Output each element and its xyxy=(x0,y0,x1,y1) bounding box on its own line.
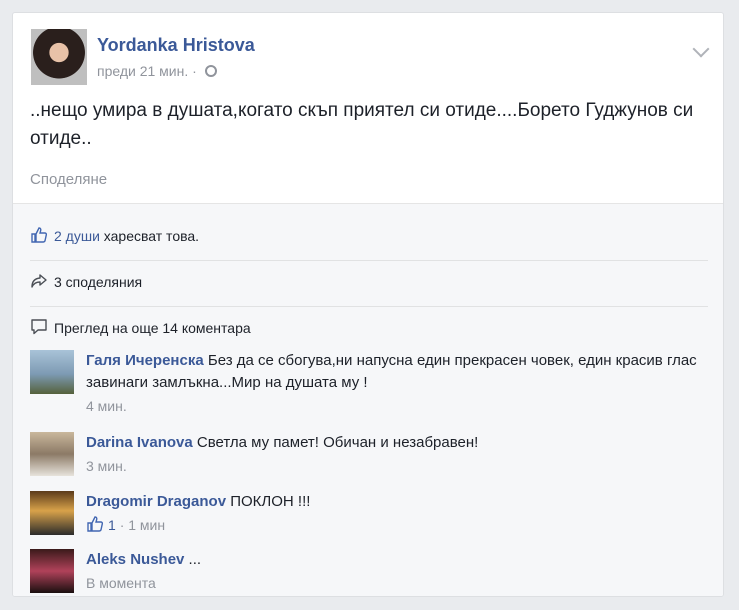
post-header: Yordanka Hristova преди 21 мин. · xyxy=(31,29,711,89)
post-card: Yordanka Hristova преди 21 мин. · ..нещо… xyxy=(12,12,724,597)
likes-link[interactable]: 2 души xyxy=(54,228,100,244)
author-name[interactable]: Yordanka Hristova xyxy=(97,35,255,56)
commenter-name[interactable]: Aleks Nushev xyxy=(86,551,184,568)
commenter-name[interactable]: Darina Ivanova xyxy=(86,434,193,451)
shares-link[interactable]: 3 споделяния xyxy=(54,274,142,290)
comment-text: ... xyxy=(184,551,202,568)
commenter-avatar[interactable] xyxy=(30,350,74,394)
chevron-down-icon[interactable] xyxy=(692,40,710,58)
commenter-avatar[interactable] xyxy=(30,432,74,476)
share-arrow-icon xyxy=(31,274,47,288)
thumbs-up-icon xyxy=(87,516,104,532)
meta-separator: · xyxy=(192,63,197,79)
comment-like-count[interactable]: 1 xyxy=(108,517,116,533)
post-time[interactable]: преди 21 мин. xyxy=(97,63,188,79)
comment-text: ПОКЛОН !!! xyxy=(226,493,311,510)
divider xyxy=(30,306,708,307)
comment-time[interactable]: 4 мин. xyxy=(86,394,706,418)
commenter-avatar[interactable] xyxy=(30,491,74,535)
feedback-section: 2 души харесват това. 3 споделяния Прегл… xyxy=(13,203,723,596)
comment-time[interactable]: 3 мин. xyxy=(86,454,706,478)
commenter-name[interactable]: Галя Ичеренска xyxy=(86,352,204,369)
author-avatar[interactable] xyxy=(31,29,87,85)
comment-time[interactable]: · 1 мин xyxy=(120,517,165,533)
view-more-link[interactable]: Преглед на още 14 коментара xyxy=(54,320,251,336)
post-text: ..нещо умира в душата,когато скъп прияте… xyxy=(30,100,694,149)
commenter-avatar[interactable] xyxy=(30,549,74,593)
share-action-link[interactable]: Споделяне xyxy=(30,171,107,188)
post-meta: преди 21 мин. · xyxy=(97,63,217,79)
comment-text: Светла му памет! Обичан и незабравен! xyxy=(192,434,479,451)
commenter-name[interactable]: Dragomir Draganov xyxy=(86,493,226,510)
divider xyxy=(30,260,708,261)
likes-rest: харесват това. xyxy=(99,228,200,244)
comment-bubble-icon xyxy=(31,319,47,335)
globe-icon[interactable] xyxy=(204,65,217,77)
thumbs-up-icon xyxy=(31,227,48,243)
comment-time[interactable]: В момента xyxy=(86,571,706,595)
